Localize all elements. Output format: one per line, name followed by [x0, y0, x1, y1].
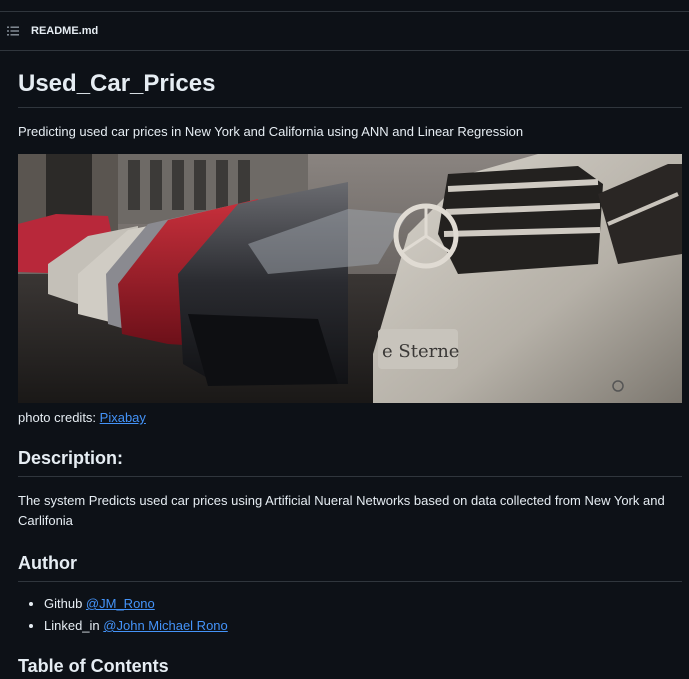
author-item-github: Github @JM_Rono	[44, 594, 682, 614]
pixabay-link[interactable]: Pixabay	[100, 410, 146, 425]
top-strip	[0, 0, 689, 12]
list-icon[interactable]	[6, 24, 20, 38]
readme-viewer: README.md Used_Car_Prices Predicting use…	[0, 0, 689, 679]
plate-text: e Sterne	[382, 341, 459, 362]
linkedin-link[interactable]: @John Michael Rono	[103, 618, 227, 633]
author-item-linkedin: Linked_in @John Michael Rono	[44, 616, 682, 636]
page-title: Used_Car_Prices	[18, 69, 682, 108]
github-link[interactable]: @JM_Rono	[86, 596, 155, 611]
readme-content: Used_Car_Prices Predicting used car pric…	[0, 69, 689, 679]
hero-image: e Sterne	[18, 154, 682, 403]
file-header: README.md	[0, 12, 689, 51]
github-label: Github	[44, 596, 86, 611]
file-name: README.md	[31, 25, 99, 37]
credits-label: photo credits:	[18, 410, 100, 425]
linkedin-label: Linked_in	[44, 618, 104, 633]
photo-credits: photo credits: Pixabay	[18, 408, 682, 428]
description-text: The system Predicts used car prices usin…	[18, 493, 665, 528]
author-heading: Author	[18, 551, 682, 582]
toc-heading: Table of Contents	[18, 654, 682, 679]
description-heading: Description:	[18, 446, 682, 477]
author-list: Github @JM_Rono Linked_in @John Michael …	[18, 594, 682, 636]
subtitle: Predicting used car prices in New York a…	[18, 124, 524, 139]
